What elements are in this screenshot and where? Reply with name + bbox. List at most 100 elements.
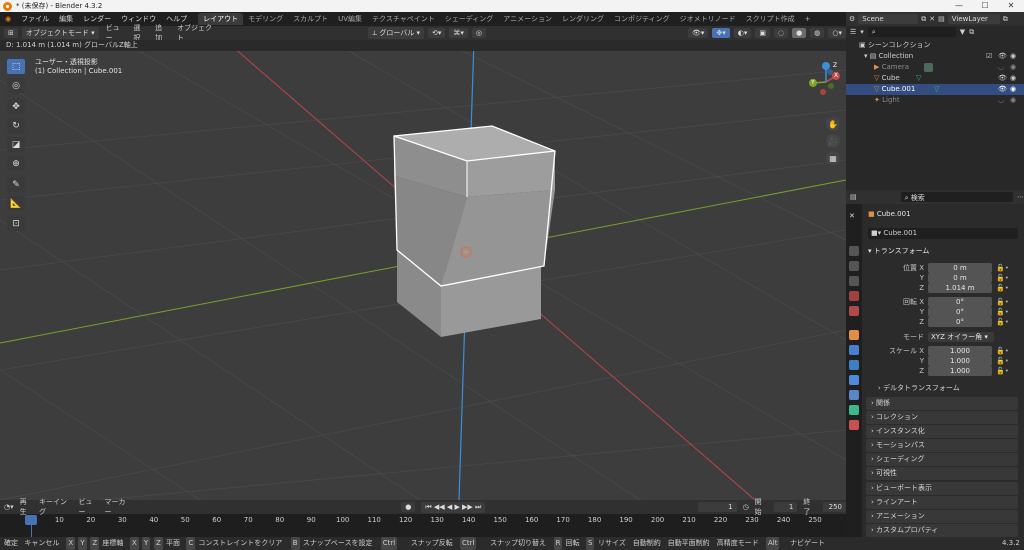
tab-modeling[interactable]: モデリング bbox=[243, 13, 288, 25]
frame-ruler[interactable]: 1102030405060708090100110120130140150160… bbox=[0, 500, 846, 537]
proportional-edit-icon[interactable]: ◎ bbox=[471, 28, 487, 38]
properties-search-input[interactable]: ⌕ 検索 bbox=[900, 192, 1013, 202]
rotation-lock-icons[interactable]: 🔓• 🔓• 🔓• bbox=[996, 297, 1009, 327]
maximize-icon[interactable]: ☐ bbox=[972, 0, 998, 12]
collapse-chevron-icon[interactable]: ▾ bbox=[864, 52, 868, 60]
panel-instancing[interactable]: › インスタンス化 bbox=[866, 425, 1018, 438]
gizmo-toggle-icon[interactable]: ✥▾ bbox=[712, 28, 730, 38]
location-z-field[interactable]: 1.014 m bbox=[928, 283, 992, 293]
transform-tool-icon[interactable]: ⊕ bbox=[7, 156, 25, 171]
tab-texture-paint[interactable]: テクスチャペイント bbox=[367, 13, 440, 25]
scene-tab-icon[interactable] bbox=[849, 291, 859, 301]
output-tab-icon[interactable] bbox=[849, 261, 859, 271]
rotate-tool-icon[interactable]: ↻ bbox=[7, 118, 25, 133]
render-camera-icon[interactable]: ◉ bbox=[1010, 51, 1016, 62]
3d-viewport[interactable]: ユーザー・透視投影 (1) Collection | Cube.001 Z X … bbox=[0, 40, 846, 500]
tab-animation[interactable]: アニメーション bbox=[498, 13, 557, 25]
camera-render-icon[interactable]: ◉ bbox=[1010, 62, 1016, 73]
panel-relations[interactable]: › 関係 bbox=[866, 397, 1018, 410]
panel-animation[interactable]: › アニメーション bbox=[866, 510, 1018, 523]
render-tab-icon[interactable] bbox=[849, 246, 859, 256]
collection-row[interactable]: ▾ ▤ Collection ☑ 👁 ◉ bbox=[846, 51, 1024, 62]
scene-new-icon[interactable]: ⧉ bbox=[921, 15, 926, 24]
tab-uv-editing[interactable]: UV編集 bbox=[333, 13, 367, 25]
scale-lock-icons[interactable]: 🔓• 🔓• 🔓• bbox=[996, 346, 1009, 376]
menu-edit[interactable]: 編集 bbox=[54, 12, 78, 26]
cube-001-eye-icon[interactable]: 👁 bbox=[998, 84, 1007, 95]
view-layer-tab-icon[interactable] bbox=[849, 276, 859, 286]
tab-geometry-nodes[interactable]: ジオメトリノード bbox=[675, 13, 741, 25]
physics-tab-icon[interactable] bbox=[849, 375, 859, 385]
view-layer-selector[interactable]: ViewLayer bbox=[947, 14, 1000, 24]
outliner-item-light[interactable]: ✦ Light ◡ ◉ bbox=[846, 95, 1024, 106]
particles-tab-icon[interactable] bbox=[849, 360, 859, 370]
data-tab-icon[interactable] bbox=[849, 405, 859, 415]
gizmo-z-circle[interactable] bbox=[822, 62, 830, 70]
world-tab-icon[interactable] bbox=[849, 306, 859, 316]
object-name-field[interactable]: ■▾ Cube.001 bbox=[868, 228, 1018, 239]
filter-icon[interactable]: ▼ bbox=[960, 28, 965, 36]
playhead[interactable] bbox=[25, 515, 37, 525]
collection-checkbox[interactable]: ☑ bbox=[986, 51, 992, 62]
measure-tool-icon[interactable]: 📐 bbox=[7, 196, 25, 211]
object-mode-dropdown[interactable]: オブジェクトモード ▾ bbox=[21, 27, 99, 39]
editor-type-icon[interactable]: ⊞ bbox=[4, 28, 18, 38]
pan-hand-icon[interactable]: ✋ bbox=[826, 117, 840, 131]
rotation-y-field[interactable]: 0° bbox=[928, 307, 992, 317]
tab-scripting[interactable]: スクリプト作成 bbox=[741, 13, 800, 25]
tool-tab-icon[interactable]: ✕ bbox=[849, 212, 859, 222]
camera-eye-icon[interactable]: ◡ bbox=[998, 62, 1004, 73]
panel-shading[interactable]: › シェーディング bbox=[866, 453, 1018, 466]
rotation-x-field[interactable]: 0° bbox=[928, 297, 992, 307]
modifier-tab-icon[interactable] bbox=[849, 345, 859, 355]
shading-wireframe-icon[interactable]: ◌ bbox=[774, 28, 789, 38]
outliner-item-cube-001[interactable]: ▽ Cube.001 ▽ 👁 ◉ bbox=[846, 84, 1024, 95]
snap-icon[interactable]: ⌘▾ bbox=[449, 28, 468, 38]
tab-compositing[interactable]: コンポジティング bbox=[609, 13, 675, 25]
display-mode-icon[interactable]: ▾ bbox=[860, 28, 864, 36]
menu-file[interactable]: ファイル bbox=[16, 12, 54, 26]
location-lock-icons[interactable]: 🔓• 🔓• 🔓• bbox=[996, 263, 1009, 293]
panel-line-art[interactable]: › ラインアート bbox=[866, 496, 1018, 509]
shading-rendered-icon[interactable]: ○▾ bbox=[828, 28, 846, 38]
perspective-toggle-icon[interactable]: ▦ bbox=[826, 151, 840, 165]
pivot-icon[interactable]: ⟲▾ bbox=[428, 28, 446, 38]
scale-tool-icon[interactable]: ◪ bbox=[7, 137, 25, 152]
tab-shading[interactable]: シェーディング bbox=[440, 13, 499, 25]
orientation-dropdown[interactable]: ⟂ グローバル ▾ bbox=[368, 27, 425, 39]
minimize-icon[interactable]: — bbox=[946, 0, 972, 12]
rotation-z-field[interactable]: 0° bbox=[928, 317, 992, 327]
panel-collections[interactable]: › コレクション bbox=[866, 411, 1018, 424]
shading-material-icon[interactable]: ◍ bbox=[810, 28, 825, 38]
transform-panel-header[interactable]: ▾ トランスフォーム bbox=[868, 246, 929, 256]
scene-close-icon[interactable]: ✕ bbox=[929, 15, 935, 23]
cube-eye-icon[interactable]: 👁 bbox=[998, 73, 1007, 84]
panel-motion-paths[interactable]: › モーションパス bbox=[866, 439, 1018, 452]
add-cube-tool-icon[interactable]: ⊡ bbox=[7, 216, 25, 231]
overlay-icon[interactable]: ◐▾ bbox=[733, 28, 752, 38]
panel-viewport-display[interactable]: › ビューポート表示 bbox=[866, 482, 1018, 495]
location-y-field[interactable]: 0 m bbox=[928, 273, 992, 283]
cube-001-object[interactable] bbox=[393, 125, 556, 287]
scene-selector[interactable]: Scene bbox=[858, 14, 919, 24]
outliner-item-cube[interactable]: ▽ Cube ▽ 👁 ◉ bbox=[846, 73, 1024, 84]
outliner-editor-icon[interactable]: ☰ bbox=[850, 28, 856, 36]
outliner-search-input[interactable]: ⌕ bbox=[867, 27, 956, 37]
properties-editor-icon[interactable]: ▤ bbox=[850, 193, 857, 201]
material-tab-icon[interactable] bbox=[849, 420, 859, 430]
light-eye-icon[interactable]: ◡ bbox=[998, 95, 1004, 106]
panel-custom-properties[interactable]: › カスタムプロパティ bbox=[866, 524, 1018, 537]
close-icon[interactable]: ✕ bbox=[998, 0, 1024, 12]
cube-render-icon[interactable]: ◉ bbox=[1010, 73, 1016, 84]
rotation-mode-dropdown[interactable]: XYZ オイラー角 ▾ bbox=[928, 332, 994, 342]
move-tool-icon[interactable]: ✥ bbox=[7, 99, 25, 114]
xray-icon[interactable]: ▣ bbox=[755, 28, 771, 38]
panel-visibility[interactable]: › 可視性 bbox=[866, 467, 1018, 480]
tab-sculpt[interactable]: スカルプト bbox=[288, 13, 333, 25]
delta-transform-subpanel[interactable]: › デルタトランスフォーム bbox=[878, 383, 960, 393]
scene-collection-row[interactable]: ▣ シーンコレクション bbox=[846, 40, 1024, 51]
object-tab-icon[interactable] bbox=[849, 330, 859, 340]
light-render-icon[interactable]: ◉ bbox=[1010, 95, 1016, 106]
constraints-tab-icon[interactable] bbox=[849, 390, 859, 400]
select-box-tool-icon[interactable]: ⬚ bbox=[7, 59, 25, 74]
